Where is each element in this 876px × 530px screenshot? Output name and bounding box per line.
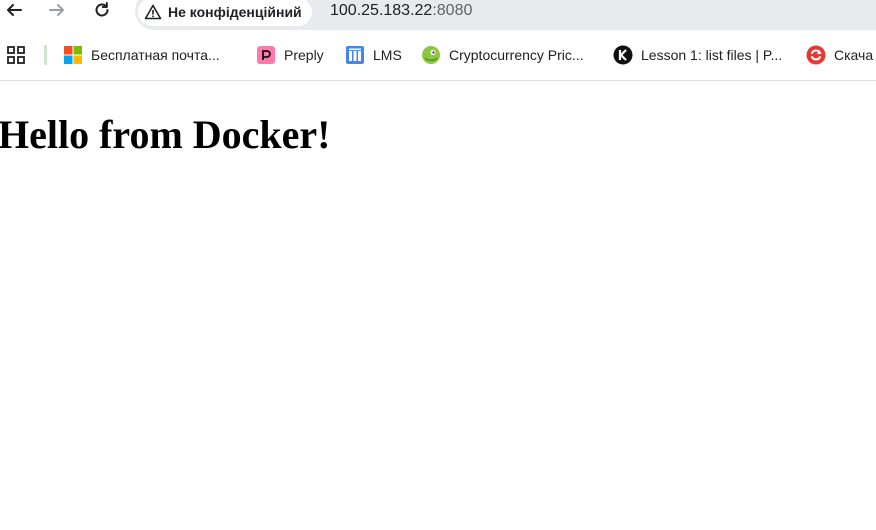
bookmark-cryptocurrency[interactable]: Cryptocurrency Pric... bbox=[421, 44, 584, 66]
browser-toolbar: Не конфіденційний 100.25.183.22:8080 Бес… bbox=[0, 0, 876, 81]
arrow-right-icon bbox=[49, 4, 64, 16]
bookmark-label: Cryptocurrency Pric... bbox=[449, 47, 584, 63]
bookmarks-separator bbox=[44, 45, 47, 65]
forward-button[interactable] bbox=[45, 0, 69, 22]
url-text[interactable]: 100.25.183.22:8080 bbox=[330, 2, 472, 20]
download-icon bbox=[806, 45, 826, 65]
url-host: 100.25.183.22 bbox=[330, 2, 433, 19]
microsoft-icon bbox=[63, 45, 83, 65]
reload-button[interactable] bbox=[90, 0, 114, 22]
warning-icon bbox=[144, 4, 162, 20]
address-bar[interactable]: Не конфіденційний 100.25.183.22:8080 bbox=[135, 0, 876, 30]
bookmarks-bar: Бесплатная почта... Preply LMS Cryptocur… bbox=[0, 42, 876, 68]
security-label: Не конфіденційний bbox=[168, 4, 302, 20]
bookmark-lesson[interactable]: Lesson 1: list files | P... bbox=[613, 44, 782, 66]
coingecko-icon bbox=[421, 45, 441, 65]
bookmark-mail[interactable]: Бесплатная почта... bbox=[63, 44, 220, 66]
k-icon bbox=[613, 45, 633, 65]
url-port: :8080 bbox=[432, 2, 473, 19]
apps-grid-icon bbox=[7, 46, 25, 64]
bookmark-lms[interactable]: LMS bbox=[345, 44, 402, 66]
bookmark-label: Скача bbox=[834, 47, 874, 63]
bookmark-label: Бесплатная почта... bbox=[91, 47, 220, 63]
bookmark-preply[interactable]: Preply bbox=[256, 44, 324, 66]
lms-icon bbox=[345, 45, 365, 65]
bookmark-label: Preply bbox=[284, 47, 324, 63]
apps-button[interactable] bbox=[6, 45, 26, 65]
bookmark-download[interactable]: Скача bbox=[806, 44, 873, 66]
arrow-left-icon bbox=[7, 4, 22, 16]
bookmark-label: LMS bbox=[373, 47, 402, 63]
back-button[interactable] bbox=[2, 0, 26, 22]
bookmark-label: Lesson 1: list files | P... bbox=[641, 47, 783, 63]
page-content: Hello from Docker! bbox=[0, 81, 876, 530]
preply-icon bbox=[256, 45, 276, 65]
reload-icon bbox=[95, 2, 109, 17]
security-chip[interactable]: Не конфіденційний bbox=[138, 0, 312, 26]
page-heading: Hello from Docker! bbox=[0, 112, 331, 157]
